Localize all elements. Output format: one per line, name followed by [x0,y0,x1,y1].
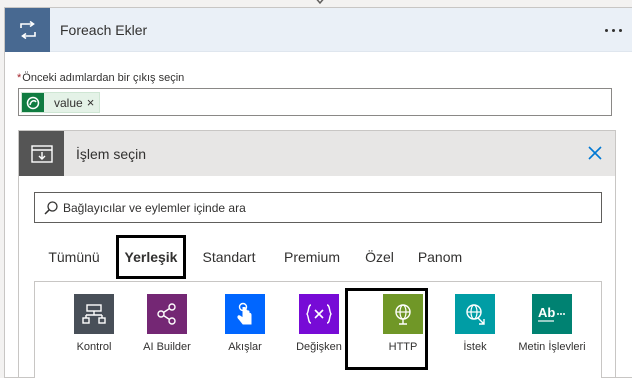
search-box[interactable] [34,192,602,223]
http-globe-icon [383,294,423,334]
dataverse-icon [22,93,44,112]
connector-label: Akışlar [228,341,262,353]
canvas: Foreach Ekler *Önceki adımlardan bir çık… [0,0,632,378]
operation-placeholder-icon [19,131,64,176]
tab-custom[interactable]: Özel [357,235,402,279]
tab-premium[interactable]: Premium [277,235,347,279]
connector-flows[interactable]: Akışlar [212,282,278,378]
choose-operation-card: İşlem seçin Tümünü Yerleşik Standart Pre… [18,130,616,378]
tab-all[interactable]: Tümünü [41,235,107,279]
token-label: value [54,95,83,110]
svg-text:Ab: Ab [538,305,555,320]
required-marker: * [17,72,22,84]
token-remove-icon[interactable]: × [87,96,95,109]
connector-label: Değişken [296,341,342,353]
connector-label: AI Builder [143,341,191,353]
output-field-label: *Önceki adımlardan bir çıkış seçin [17,72,184,84]
connector-ai-builder[interactable]: AI Builder [134,282,200,378]
connector-label: HTTP [388,341,418,353]
value-token[interactable]: value × [21,92,101,113]
foreach-card-header[interactable]: Foreach Ekler [5,8,632,52]
connector-control[interactable]: Kontrol [61,282,127,378]
foreach-loop-icon [5,8,50,52]
connectors-panel: Kontrol AI Builder Akışlar Değişken HTTP… [34,281,602,378]
connector-label: İstek [463,341,487,353]
text-functions-icon: Ab [532,294,572,334]
foreach-title: Foreach Ekler [60,22,148,38]
output-token-field[interactable]: value × [18,88,612,116]
connector-text-functions[interactable]: Ab Metin İşlevleri [518,282,586,378]
category-tabs: Tümünü Yerleşik Standart Premium Özel Pa… [19,235,615,279]
connector-variable[interactable]: Değişken [286,282,352,378]
request-globe-icon [455,294,495,334]
connector-label: Kontrol [76,341,112,353]
tab-my-clipboard[interactable]: Panom [412,235,468,279]
close-icon[interactable] [585,143,605,163]
search-input[interactable] [63,197,593,219]
choose-operation-title: İşlem seçin [76,146,147,162]
tab-standard[interactable]: Standart [196,235,262,279]
flows-icon [225,294,265,334]
control-icon [74,294,114,334]
tab-built-in[interactable]: Yerleşik [116,235,186,279]
connector-label: Metin İşlevleri [518,341,586,353]
flow-connector-arrow-icon [316,0,324,5]
choose-operation-header: İşlem seçin [19,131,615,176]
output-field-label-text: Önceki adımlardan bir çıkış seçin [22,72,185,84]
connector-http[interactable]: HTTP [370,282,436,378]
variable-icon [299,294,339,334]
more-options-icon[interactable] [602,20,624,40]
search-icon [44,201,58,215]
connector-request[interactable]: İstek [442,282,508,378]
ai-builder-icon [147,294,187,334]
